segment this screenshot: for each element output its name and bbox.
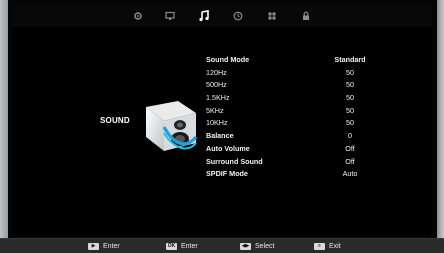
menu-row-label: 5KHz xyxy=(206,105,224,115)
menu-row-balance[interactable]: Balance 0 xyxy=(206,129,396,142)
menu-row-value: Off xyxy=(345,156,355,166)
menu-row-label: 120Hz xyxy=(206,67,227,77)
menu-row-label: 1.5KHz xyxy=(206,93,230,103)
hint-label: Select xyxy=(255,242,275,250)
menu-row-label: SPDIF Mode xyxy=(206,169,248,179)
ok-key-icon: OK xyxy=(166,242,177,250)
menu-row-value: Standard xyxy=(334,55,366,64)
hint-select: ◀▶ Select xyxy=(240,240,274,252)
menu-row-surround-sound[interactable]: Surround Sound Off xyxy=(206,155,396,168)
gear-icon[interactable] xyxy=(130,9,146,23)
menu-row-label: Balance xyxy=(206,131,234,141)
menu-row-value: 50 xyxy=(346,67,354,77)
music-note-icon[interactable] xyxy=(196,9,212,23)
hint-label: Exit xyxy=(329,242,341,250)
sound-settings-list: Sound Mode Standard 120Hz 50 500Hz 50 1.… xyxy=(206,53,396,180)
monitor-icon[interactable] xyxy=(162,9,178,23)
menu-row-label: 10KHz xyxy=(206,118,228,128)
grid-icon[interactable] xyxy=(264,9,280,23)
menu-tab-bar xyxy=(12,5,432,27)
hint-label: Enter xyxy=(103,242,120,250)
speaker-icon xyxy=(134,97,204,157)
osd-menu-panel: SOUND Sound Mode Standard 120Hz 50 500Hz… xyxy=(12,5,432,235)
menu-row-value: 50 xyxy=(346,118,354,128)
menu-row-value: 50 xyxy=(346,80,354,90)
key-hint-bar: ▶ Enter OK Enter ◀▶ Select ≡ Exit xyxy=(0,238,444,253)
bezel-left xyxy=(0,0,8,238)
hint-enter-ok: OK Enter xyxy=(166,240,198,252)
menu-row-120hz[interactable]: 120Hz 50 xyxy=(206,66,396,79)
select-key-icon: ◀▶ xyxy=(240,242,251,250)
hint-exit: ≡ Exit xyxy=(314,240,341,252)
menu-row-value: Off xyxy=(345,143,355,153)
tv-screen: SOUND Sound Mode Standard 120Hz 50 500Hz… xyxy=(0,0,444,253)
menu-row-1-5khz[interactable]: 1.5KHz 50 xyxy=(206,91,396,104)
bezel-right xyxy=(437,0,444,238)
menu-row-value: 50 xyxy=(346,105,354,115)
menu-row-value: Auto xyxy=(342,169,358,179)
section-title: SOUND xyxy=(100,116,130,125)
menu-row-spdif-mode[interactable]: SPDIF Mode Auto xyxy=(206,167,396,180)
menu-row-10khz[interactable]: 10KHz 50 xyxy=(206,116,396,129)
clock-icon[interactable] xyxy=(230,9,246,23)
lock-icon[interactable] xyxy=(298,9,314,23)
hint-enter-play: ▶ Enter xyxy=(88,240,120,252)
menu-row-value: 0 xyxy=(348,131,352,141)
menu-row-5khz[interactable]: 5KHz 50 xyxy=(206,104,396,117)
menu-row-auto-volume[interactable]: Auto Volume Off xyxy=(206,142,396,155)
play-key-icon: ▶ xyxy=(88,242,99,250)
menu-row-label: Sound Mode xyxy=(206,55,250,64)
menu-row-value: 50 xyxy=(346,93,354,103)
menu-key-icon: ≡ xyxy=(314,242,325,250)
menu-row-label: Auto Volume xyxy=(206,143,250,153)
menu-row-label: 500Hz xyxy=(206,80,227,90)
hint-label: Enter xyxy=(181,242,198,250)
menu-row-500hz[interactable]: 500Hz 50 xyxy=(206,78,396,91)
menu-row-sound-mode[interactable]: Sound Mode Standard xyxy=(206,53,396,66)
menu-row-label: Surround Sound xyxy=(206,156,263,166)
